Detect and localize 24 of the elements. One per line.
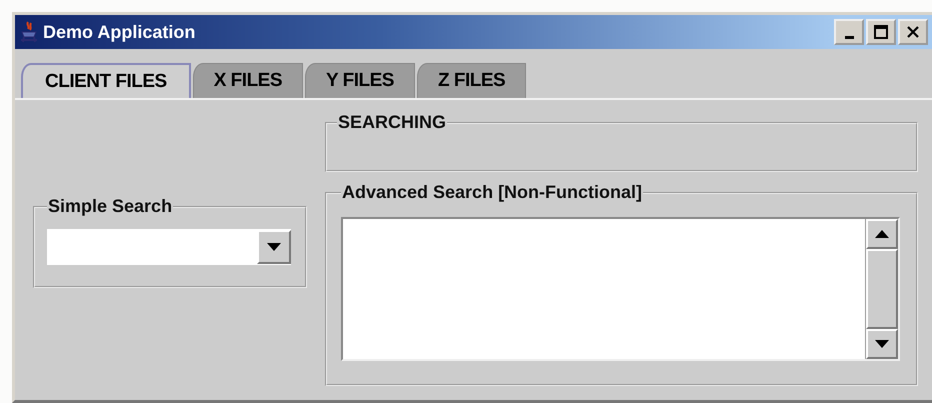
tab[interactable]: CLIENT FILES (21, 63, 191, 98)
down-arrow-icon (875, 340, 889, 348)
minimize-icon (844, 36, 854, 38)
window-title: Demo Application (43, 22, 196, 42)
tab[interactable]: Y FILES (305, 63, 415, 98)
caret-icon (267, 243, 281, 251)
group-title: Advanced Search [Non-Functional] (341, 182, 644, 203)
scroll-down-button[interactable] (866, 329, 898, 359)
scroll-thumb[interactable] (866, 249, 898, 329)
maximize-icon (874, 25, 888, 39)
maximize-button[interactable] (866, 19, 896, 45)
close-icon (906, 25, 920, 39)
group-title: Simple Search (47, 196, 174, 217)
dropdown-button[interactable] (257, 230, 291, 264)
up-arrow-icon (875, 230, 889, 238)
scroll-up-button[interactable] (866, 219, 898, 249)
minimize-button[interactable] (834, 19, 864, 45)
close-button[interactable] (898, 19, 928, 45)
tab[interactable]: Z FILES (416, 63, 526, 98)
dropdown-field[interactable] (47, 229, 291, 265)
cup-icon (19, 21, 39, 43)
tab[interactable]: X FILES (192, 63, 304, 98)
group-title: SEARCHING (337, 112, 448, 133)
scrollbar[interactable] (865, 219, 898, 359)
